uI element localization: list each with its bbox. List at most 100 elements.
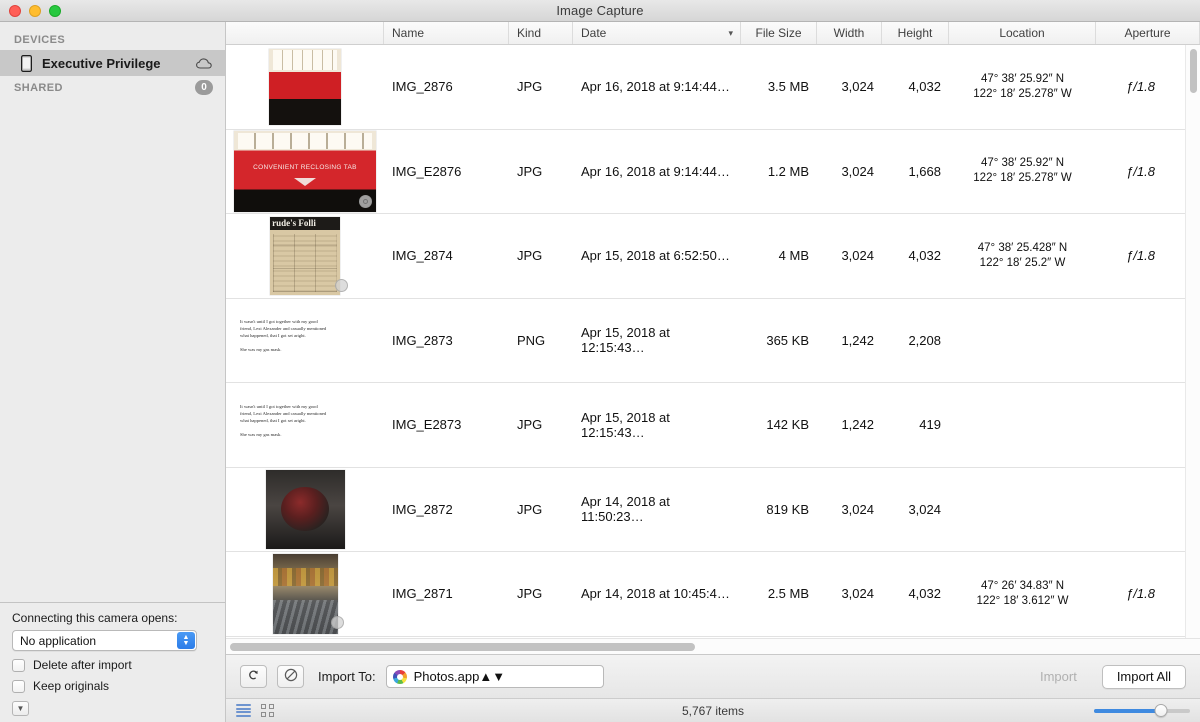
delete-after-import-checkbox[interactable] [12, 658, 25, 672]
list-view-icon[interactable] [236, 704, 251, 717]
cell-filesize: 142 KB [766, 417, 809, 433]
edited-badge-icon [359, 194, 372, 208]
minimize-button[interactable] [29, 4, 41, 17]
column-header-kind[interactable]: Kind [509, 22, 573, 44]
table-row[interactable]: It wasn't until I got together with my g… [226, 299, 1185, 383]
slider-knob[interactable] [1154, 704, 1168, 717]
column-header-thumbnail[interactable] [226, 22, 384, 44]
cell-aperture: ƒ/1.8 [1126, 163, 1155, 179]
vertical-scrollbar[interactable] [1185, 45, 1200, 638]
column-header-location[interactable]: Location [949, 22, 1096, 44]
zoom-button[interactable] [49, 4, 61, 17]
cell-location: 47° 38′ 25.92″ N 122° 18′ 25.278″ W [949, 130, 1096, 214]
window-body: DEVICES Executive Privilege SHARED 0 Con… [0, 22, 1200, 722]
sidebar-item-executive-privilege[interactable]: Executive Privilege [0, 50, 225, 76]
cell-kind: JPG [517, 79, 543, 95]
cell-name: IMG_E2873 [392, 417, 462, 433]
rotate-button[interactable] [240, 665, 267, 688]
status-bar: 5,767 items [226, 698, 1200, 722]
cell-date: Apr 15, 2018 at 12:15:43… [581, 409, 670, 440]
thumbnail-text-line: It wasn't until I got together with my g… [240, 319, 318, 325]
connecting-camera-label: Connecting this camera opens: [12, 611, 178, 625]
import-to-select[interactable]: Photos.app ▲▼ [385, 665, 604, 688]
cell-location: 47° 38′ 25.428″ N 122° 18′ 25.2″ W [949, 214, 1096, 298]
thumbnail-text-line: She was my gas mask. [240, 431, 282, 437]
cell-location-lat: 47° 38′ 25.92″ N [980, 72, 1065, 85]
cell-aperture [1096, 383, 1185, 467]
sidebar-section-shared[interactable]: SHARED 0 [0, 76, 225, 99]
close-button[interactable] [9, 4, 21, 17]
cell-height: 4,032 [908, 79, 941, 95]
keep-originals-checkbox[interactable] [12, 679, 25, 693]
grid-view-icon[interactable] [261, 704, 274, 717]
cell-location-lat: 47° 38′ 25.92″ N [980, 157, 1065, 170]
vertical-scrollbar-thumb[interactable] [1190, 49, 1197, 93]
hide-options-disclosure-button[interactable]: ▼ [12, 701, 29, 716]
thumbnail-size-slider[interactable] [1094, 704, 1190, 718]
column-header-date[interactable]: Date ▾ [573, 22, 741, 44]
cell-name: IMG_2873 [392, 332, 453, 348]
row-thumbnail[interactable]: CONVENIENT RECLOSING TAB [226, 130, 384, 214]
horizontal-scrollbar-thumb[interactable] [230, 643, 695, 651]
thumbnail-text-line: what happened, that I got set aright. [240, 417, 306, 423]
cell-height: 419 [919, 417, 941, 433]
keep-originals-row[interactable]: Keep originals [12, 679, 213, 693]
column-header-height[interactable]: Height [882, 22, 949, 44]
column-header-kind-label: Kind [517, 26, 542, 40]
cell-location: 47° 38′ 25.92″ N 122° 18′ 25.278″ W [949, 45, 1096, 129]
delete-after-import-label: Delete after import [33, 658, 132, 672]
row-thumbnail[interactable]: It wasn't until I got together with my g… [226, 299, 384, 383]
column-header-aperture[interactable]: Aperture [1096, 22, 1200, 44]
column-header-filesize-label: File Size [755, 26, 802, 40]
delete-button[interactable] [277, 665, 304, 688]
horizontal-scrollbar[interactable] [226, 638, 1200, 654]
row-thumbnail[interactable]: rude's Folli [226, 214, 384, 298]
cell-kind: JPG [517, 586, 543, 602]
table-row[interactable]: CONVENIENT RECLOSING TAB IMG_E2876 JPG A… [226, 130, 1185, 214]
connect-application-select[interactable]: No application ▲ ▼ [12, 630, 197, 651]
cell-width: 3,024 [841, 79, 874, 95]
column-header-width[interactable]: Width [817, 22, 882, 44]
comic-panels [272, 233, 338, 292]
cloud-icon[interactable] [196, 57, 213, 69]
cell-aperture: ƒ/1.8 [1126, 248, 1155, 264]
cell-date: Apr 16, 2018 at 9:14:44… [581, 79, 730, 95]
cell-name: IMG_2876 [392, 79, 453, 95]
import-all-button[interactable]: Import All [1101, 664, 1186, 689]
row-thumbnail[interactable] [226, 552, 384, 636]
delete-after-import-row[interactable]: Delete after import [12, 658, 213, 672]
image-capture-window: Image Capture DEVICES Executive Privileg… [0, 0, 1200, 722]
cell-location-lon: 122° 18′ 25.278″ W [973, 87, 1072, 100]
row-thumbnail[interactable] [226, 468, 384, 552]
column-header-aperture-label: Aperture [1124, 26, 1171, 40]
keep-originals-label: Keep originals [33, 679, 110, 693]
iphone-icon [18, 54, 34, 72]
cell-location [949, 468, 1096, 552]
cell-kind: PNG [517, 332, 546, 348]
cell-width: 1,242 [841, 417, 874, 433]
cell-height: 1,668 [908, 163, 941, 179]
cell-filesize: 1.2 MB [767, 163, 809, 179]
column-header-name[interactable]: Name [384, 22, 509, 44]
cell-kind: JPG [517, 163, 543, 179]
table-body: IMG_2876 JPG Apr 16, 2018 at 9:14:44… 3.… [226, 45, 1200, 638]
cell-location: 47° 26′ 34.83″ N 122° 18′ 3.612″ W [949, 552, 1096, 636]
import-button[interactable]: Import [1025, 665, 1092, 689]
sidebar: DEVICES Executive Privilege SHARED 0 Con… [0, 22, 226, 722]
table-row[interactable]: rude's Folli IMG_2874 JPG Apr 15, 2018 a… [226, 214, 1185, 299]
table-row[interactable]: It wasn't until I got together with my g… [226, 383, 1185, 468]
camera-options-panel: Connecting this camera opens: No applica… [0, 602, 225, 722]
row-thumbnail[interactable] [226, 45, 384, 129]
cell-location-lon: 122° 18′ 3.612″ W [976, 594, 1069, 607]
thumbnail-text-line: what happened, that I got set aright. [240, 333, 306, 339]
column-header-filesize[interactable]: File Size [741, 22, 817, 44]
cell-height: 4,032 [908, 586, 941, 602]
cell-location [949, 299, 1096, 383]
table-row[interactable]: IMG_2876 JPG Apr 16, 2018 at 9:14:44… 3.… [226, 45, 1185, 130]
thumbnail-caption: CONVENIENT RECLOSING TAB [253, 163, 357, 171]
cell-date: Apr 15, 2018 at 6:52:50… [581, 248, 730, 264]
table-row[interactable]: IMG_2871 JPG Apr 14, 2018 at 10:45:4… 2.… [226, 552, 1185, 637]
row-thumbnail[interactable]: It wasn't until I got together with my g… [226, 383, 384, 467]
table-row[interactable]: IMG_2872 JPG Apr 14, 2018 at 11:50:23… 8… [226, 468, 1185, 552]
cell-height: 4,032 [908, 248, 941, 264]
